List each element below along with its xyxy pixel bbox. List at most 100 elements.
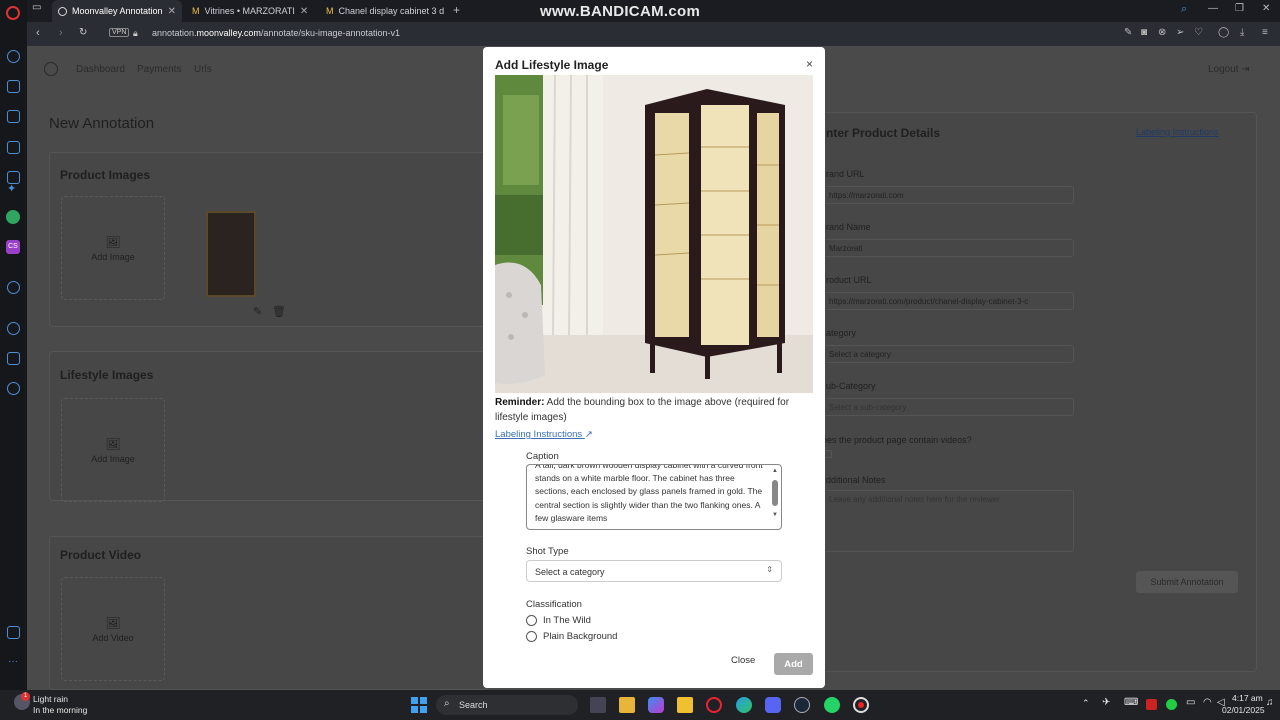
brand-url-input[interactable]: https://marzorati.com bbox=[822, 186, 1074, 204]
labeling-instructions-link[interactable]: Labeling Instructions bbox=[1136, 127, 1219, 137]
radio-circle[interactable] bbox=[526, 631, 537, 642]
tray-app-icon[interactable]: ✈ bbox=[1102, 697, 1110, 708]
ai-icon[interactable]: ✦ bbox=[7, 182, 20, 195]
wallet-icon[interactable] bbox=[7, 626, 20, 639]
radio-in-the-wild[interactable]: In The Wild bbox=[526, 615, 591, 626]
instagram-icon[interactable] bbox=[7, 141, 20, 154]
heart-icon[interactable]: ♡ bbox=[1194, 27, 1203, 38]
caption-scrollbar[interactable]: ▲ ▼ bbox=[772, 468, 778, 526]
copilot-icon[interactable] bbox=[648, 697, 664, 713]
add-image-slot[interactable]: 🖼︎ Add Image bbox=[61, 196, 165, 300]
new-tab-icon[interactable]: + bbox=[453, 3, 460, 17]
profile-icon[interactable]: ◯ bbox=[1218, 27, 1229, 38]
trash-icon[interactable]: 🗑︎ bbox=[272, 305, 286, 318]
add-button[interactable]: Add bbox=[774, 653, 813, 675]
videos-checkbox[interactable] bbox=[824, 450, 832, 458]
history-icon[interactable] bbox=[7, 322, 20, 335]
weather-time[interactable]: In the morning bbox=[33, 705, 87, 715]
camera-icon[interactable]: ◙ bbox=[1141, 27, 1147, 38]
windows-start-icon[interactable] bbox=[411, 697, 427, 713]
submit-annotation-button[interactable]: Submit Annotation bbox=[1136, 571, 1238, 593]
send-icon[interactable]: ➢ bbox=[1176, 27, 1184, 38]
reload-icon[interactable]: ↻ bbox=[79, 27, 87, 38]
opera-logo-icon[interactable] bbox=[6, 6, 20, 20]
nav-payments[interactable]: Payments bbox=[137, 64, 181, 75]
minimize-icon[interactable]: — bbox=[1208, 3, 1218, 14]
product-url-input[interactable]: https://marzorati.com/product/chanel-dis… bbox=[822, 292, 1074, 310]
clock-time[interactable]: 4:17 am bbox=[1232, 693, 1263, 703]
close-icon[interactable]: × bbox=[806, 57, 813, 71]
vpn-badge[interactable]: VPN bbox=[109, 28, 130, 37]
notes-textarea[interactable]: Leave any additional notes here for the … bbox=[822, 490, 1074, 552]
tab-label: Chanel display cabinet 3 d bbox=[338, 6, 445, 16]
opera-icon[interactable] bbox=[706, 697, 722, 713]
cs-app-icon[interactable]: CS bbox=[6, 240, 20, 254]
file-explorer-icon[interactable] bbox=[619, 697, 635, 713]
close-window-icon[interactable]: ✕ bbox=[1262, 3, 1270, 14]
brand-name-input[interactable]: Marzorati bbox=[822, 239, 1074, 257]
logout-icon[interactable]: ⇥ bbox=[1241, 64, 1249, 75]
lifestyle-image[interactable] bbox=[495, 75, 813, 393]
player-icon[interactable] bbox=[7, 281, 20, 294]
nav-dashboard[interactable]: Dashboard bbox=[76, 64, 125, 75]
download-icon[interactable]: ⤓ bbox=[1240, 27, 1244, 38]
taskbar-search[interactable]: ⌕ Search bbox=[436, 695, 578, 715]
labeling-instructions-link[interactable]: Labeling Instructions ↗ bbox=[495, 429, 593, 440]
shot-type-select[interactable]: Select a category ⇕ bbox=[526, 560, 782, 582]
radio-plain-background[interactable]: Plain Background bbox=[526, 631, 617, 642]
tray-chevron-icon[interactable]: ⌃ bbox=[1082, 698, 1090, 709]
url-field[interactable]: annotation.moonvalley.com/annotate/sku-i… bbox=[152, 28, 400, 38]
logout-link[interactable]: Logout bbox=[1208, 64, 1239, 75]
nav-urls[interactable]: Urls bbox=[194, 64, 212, 75]
scroll-thumb[interactable] bbox=[772, 480, 778, 506]
edit-icon[interactable]: ✎ bbox=[253, 305, 262, 318]
subcategory-select[interactable]: Select a sub-category bbox=[822, 398, 1074, 416]
forward-icon[interactable]: › bbox=[59, 27, 63, 39]
ad-block-icon[interactable]: ⊗ bbox=[1158, 27, 1166, 38]
search-icon[interactable]: ⌕ bbox=[1181, 3, 1187, 16]
caption-textarea[interactable]: A tall, dark brown wooden display cabine… bbox=[526, 464, 782, 530]
close-tab-icon[interactable]: ✕ bbox=[168, 6, 176, 17]
lock-icon[interactable]: 🔒︎ bbox=[133, 28, 138, 39]
moonvalley-logo-icon[interactable] bbox=[44, 62, 58, 76]
aria-icon[interactable] bbox=[7, 50, 20, 63]
wifi-icon[interactable]: ◠ bbox=[1203, 697, 1212, 708]
more-icon[interactable]: ··· bbox=[8, 656, 18, 667]
store-icon[interactable] bbox=[677, 697, 693, 713]
menu-icon[interactable]: ≡ bbox=[1262, 27, 1268, 38]
weather-condition[interactable]: Light rain bbox=[33, 694, 68, 704]
steam-icon[interactable] bbox=[794, 697, 810, 713]
notification-bell-icon[interactable]: ♫ bbox=[1266, 697, 1274, 708]
twitch-icon[interactable] bbox=[7, 110, 20, 123]
scroll-down-icon[interactable]: ▼ bbox=[772, 512, 778, 518]
radio-circle[interactable] bbox=[526, 615, 537, 626]
chatgpt-icon[interactable] bbox=[6, 210, 20, 224]
close-tab-icon[interactable]: ✕ bbox=[300, 6, 308, 17]
edit-icon[interactable]: ✎ bbox=[1124, 27, 1132, 38]
bandicam-record-icon[interactable] bbox=[853, 697, 869, 713]
edge-icon[interactable] bbox=[736, 697, 752, 713]
whatsapp-icon[interactable] bbox=[824, 697, 840, 713]
close-button[interactable]: Close bbox=[731, 655, 755, 666]
restore-icon[interactable]: ❐ bbox=[1235, 3, 1244, 14]
tray-pdf-icon[interactable] bbox=[1146, 699, 1157, 710]
discord-icon[interactable] bbox=[765, 697, 781, 713]
add-lifestyle-image-slot[interactable]: 🖼︎ Add Image bbox=[61, 398, 165, 502]
tab-vitrines[interactable]: M Vitrines • MARZORATI ✕ bbox=[186, 0, 314, 22]
shopping-icon[interactable] bbox=[7, 80, 20, 93]
tab-chanel[interactable]: M Chanel display cabinet 3 d bbox=[320, 0, 450, 22]
back-icon[interactable]: ‹ bbox=[36, 27, 40, 39]
tab-moonvalley[interactable]: Moonvalley Annotation ✕ bbox=[52, 0, 182, 22]
tray-gamepad-icon[interactable]: ⌨ bbox=[1124, 697, 1138, 708]
scroll-up-icon[interactable]: ▲ bbox=[772, 468, 778, 474]
settings-icon[interactable] bbox=[7, 382, 20, 395]
tray-green-icon[interactable] bbox=[1166, 699, 1177, 710]
category-select[interactable]: Select a category bbox=[822, 345, 1074, 363]
product-thumbnail[interactable] bbox=[206, 211, 256, 297]
add-video-slot[interactable]: 🖼︎ Add Video bbox=[61, 577, 165, 681]
task-view-icon[interactable] bbox=[590, 697, 606, 713]
extensions-icon[interactable] bbox=[7, 352, 20, 365]
workspace-icon[interactable]: ▭ bbox=[32, 2, 41, 13]
clock-date[interactable]: 02/01/2025 bbox=[1222, 705, 1265, 715]
tray-display-icon[interactable]: ▭ bbox=[1186, 697, 1195, 708]
